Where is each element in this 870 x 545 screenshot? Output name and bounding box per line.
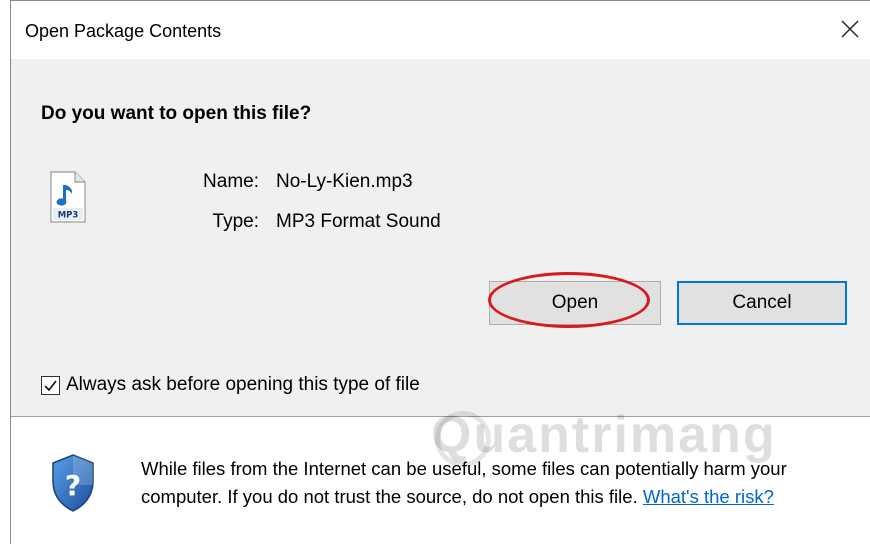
checkmark-icon	[44, 380, 57, 391]
file-name-value: No-Ly-Kien.mp3	[276, 171, 413, 192]
security-warning: While files from the Internet can be use…	[141, 455, 841, 511]
shield-question-icon: ?	[52, 454, 94, 512]
always-ask-checkbox[interactable]	[41, 375, 60, 395]
file-name-label: Name:	[203, 171, 259, 192]
file-type-value: MP3 Format Sound	[276, 211, 441, 232]
file-name-row: Name: No-Ly-Kien.mp3	[179, 171, 499, 197]
close-button[interactable]	[830, 7, 870, 51]
whats-the-risk-link[interactable]: What's the risk?	[643, 486, 774, 507]
window-title: Open Package Contents	[25, 21, 222, 41]
cancel-button[interactable]: Cancel	[677, 281, 847, 325]
dialog-window: Open Package Contents Do you want to ope…	[10, 0, 870, 545]
open-button[interactable]: Open	[489, 281, 661, 325]
always-ask-label: Always ask before opening this type of f…	[66, 374, 420, 395]
dialog-question: Do you want to open this file?	[41, 103, 312, 124]
close-icon	[841, 20, 859, 38]
title-bar: Open Package Contents	[11, 1, 870, 59]
always-ask-checkbox-row[interactable]: Always ask before opening this type of f…	[41, 373, 420, 397]
file-type-label: Type:	[212, 211, 259, 232]
mp3-file-icon: MP3	[50, 171, 86, 223]
file-type-row: Type: MP3 Format Sound	[179, 211, 499, 237]
svg-text:?: ?	[65, 469, 81, 502]
mp3-icon-text: MP3	[58, 211, 79, 221]
